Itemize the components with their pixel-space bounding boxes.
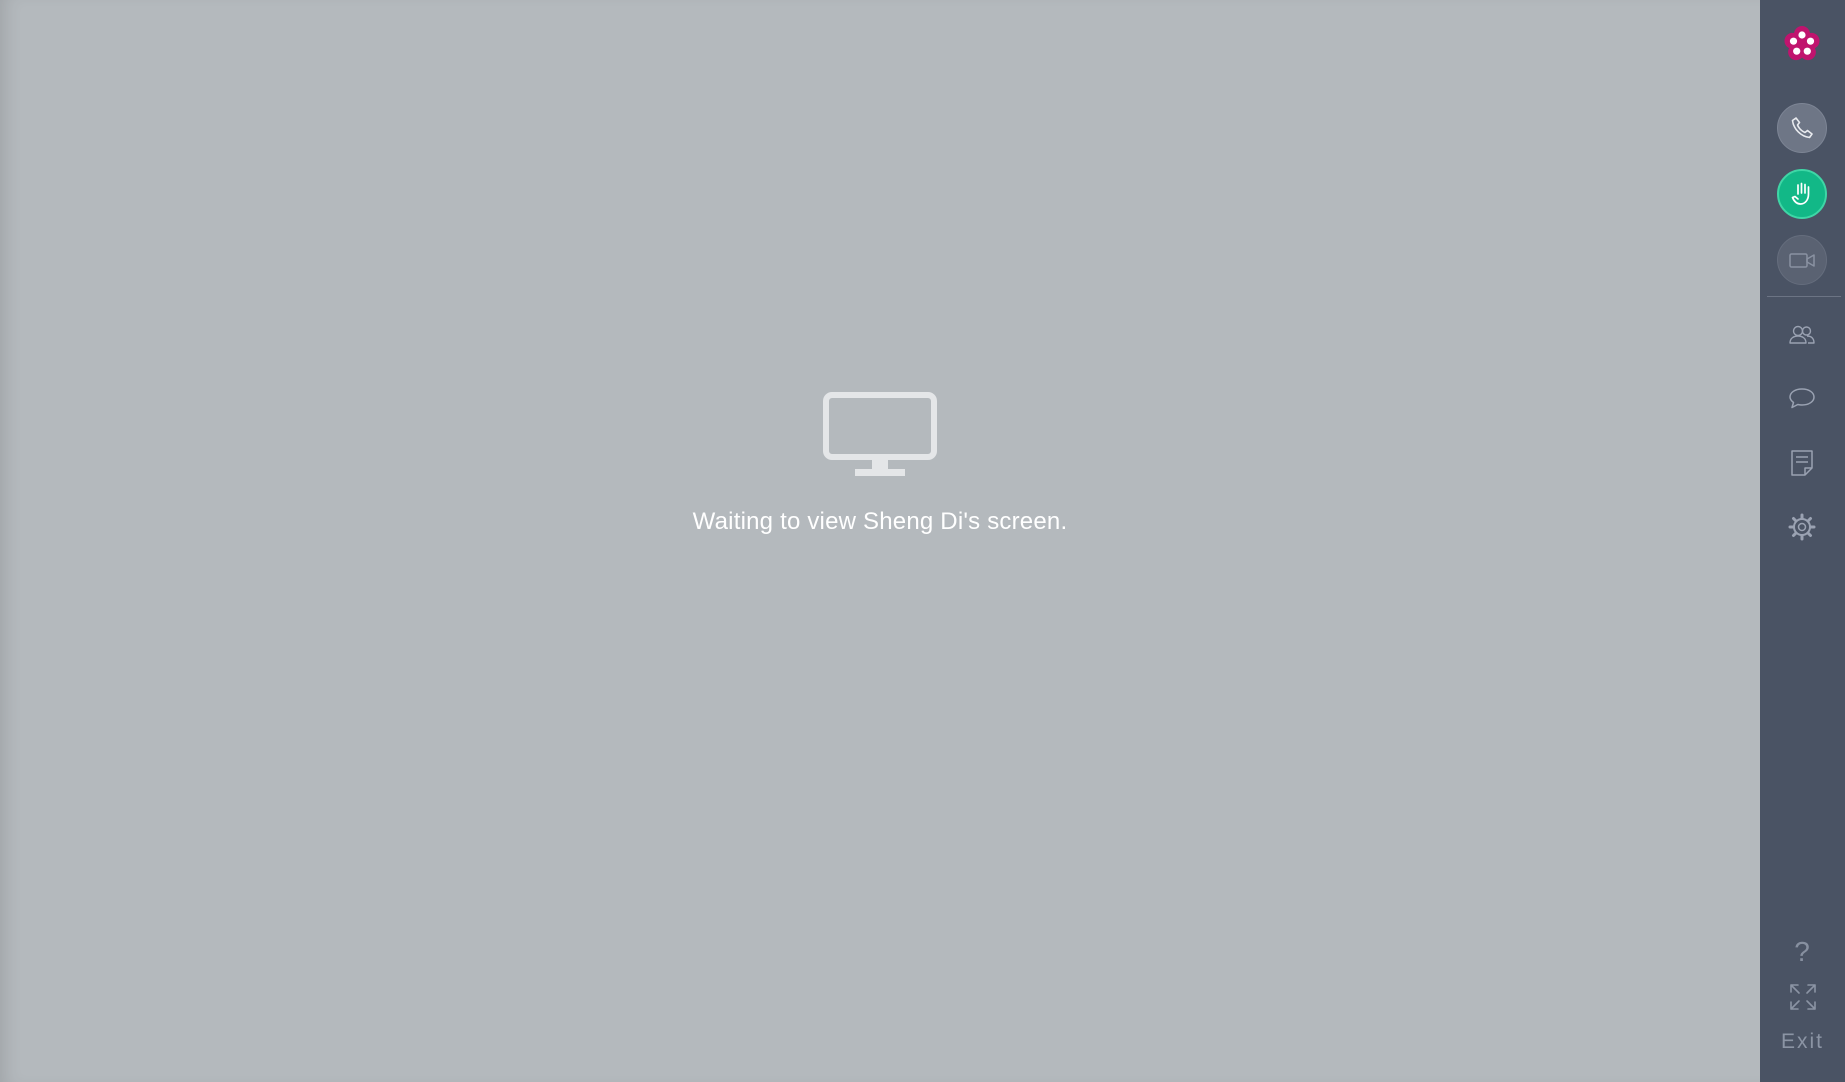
users-icon — [1789, 325, 1815, 344]
flower-logo-icon[interactable] — [1782, 24, 1822, 64]
sidebar-item-chat[interactable] — [1787, 383, 1817, 413]
exit-button[interactable]: Exit — [1760, 1030, 1845, 1054]
video-button[interactable] — [1777, 235, 1827, 285]
sidebar-item-notes[interactable] — [1787, 448, 1817, 478]
waiting-panel: Waiting to view Sheng Di's screen. — [0, 392, 1760, 536]
app-window: Waiting to view Sheng Di's screen. ? Exi… — [0, 0, 1845, 1082]
help-icon[interactable]: ? — [1787, 937, 1817, 967]
monitor-icon — [823, 392, 937, 476]
screen-share-area: Waiting to view Sheng Di's screen. — [0, 0, 1760, 1082]
hand-icon — [1791, 182, 1810, 205]
video-camera-icon — [1789, 253, 1815, 268]
sidebar-item-settings[interactable] — [1787, 512, 1817, 542]
chat-bubble-icon — [1789, 388, 1815, 409]
gear-icon — [1788, 513, 1816, 541]
expand-icon[interactable] — [1788, 982, 1818, 1012]
notes-icon — [1791, 450, 1813, 476]
sidebar-divider — [1767, 296, 1841, 297]
phone-icon — [1791, 117, 1813, 139]
waiting-message: Waiting to view Sheng Di's screen. — [692, 508, 1068, 535]
raise-hand-button[interactable] — [1777, 169, 1827, 219]
sidebar: ? Exit — [1760, 0, 1845, 1082]
sidebar-item-participants[interactable] — [1787, 320, 1817, 350]
phone-button[interactable] — [1777, 103, 1827, 153]
